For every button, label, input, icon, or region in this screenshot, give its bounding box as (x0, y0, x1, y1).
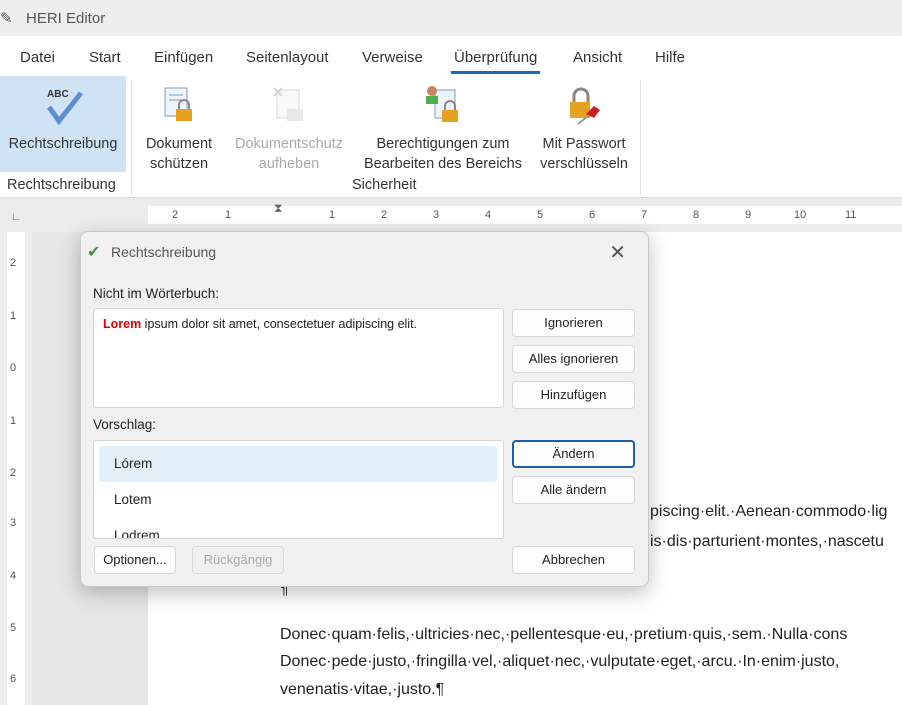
horizontal-ruler[interactable]: ∟ 2 1 ⧗ 1 2 3 4 5 6 7 8 9 10 11 (0, 199, 902, 232)
ruler-number: 3 (433, 209, 440, 221)
lock-key-icon (535, 76, 633, 134)
undo-button[interactable]: Rückgängig (192, 546, 284, 574)
document-lock-icon (136, 76, 222, 134)
ruler-strip (148, 206, 902, 224)
add-to-dictionary-button[interactable]: Hinzufügen (512, 381, 635, 409)
change-button[interactable]: Ändern (512, 440, 635, 468)
change-all-button[interactable]: Alle ändern (512, 476, 635, 504)
unprotect-label-1: Dokumentschutz (235, 136, 343, 152)
not-in-dictionary-label: Nicht im Wörterbuch: (93, 286, 220, 301)
ribbon: ABC Rechtschreibung Rechtschreibung Doku… (0, 76, 902, 198)
tab-start[interactable]: Start (89, 49, 121, 66)
protect-document-button[interactable]: Dokument schützen (136, 76, 222, 174)
abc-check-icon: ABC (0, 76, 126, 134)
suggestion-list[interactable]: Lórem Lotem Lodrem (93, 440, 504, 539)
suggestion-label: Vorschlag: (93, 417, 157, 432)
ruler-number: 11 (845, 209, 857, 221)
tab-datei[interactable]: Datei (20, 49, 55, 66)
indent-marker[interactable]: ⧗ (274, 201, 282, 216)
error-word: Lorem (103, 317, 142, 331)
ruler-number: 7 (641, 209, 648, 221)
tab-ansicht[interactable]: Ansicht (573, 49, 622, 66)
close-icon[interactable]: ✕ (609, 240, 626, 265)
protect-label-1: Dokument (145, 136, 213, 152)
ruler-number: 3 (10, 517, 17, 529)
ruler-number: 1 (225, 209, 232, 221)
document-unlock-icon (229, 76, 349, 134)
ruler-number: 6 (10, 673, 17, 685)
ruler-number: 4 (10, 570, 17, 582)
tab-seitenlayout[interactable]: Seitenlayout (246, 49, 329, 66)
user-lock-icon (358, 76, 528, 134)
ignore-button[interactable]: Ignorieren (512, 309, 635, 337)
suggestion-item[interactable]: Lotem (99, 482, 497, 518)
suggestion-item-selected[interactable]: Lórem (99, 446, 497, 482)
document-line[interactable]: is·dis·parturient·montes,·nascetu (650, 533, 884, 551)
ruler-number: 1 (10, 415, 17, 427)
cancel-button[interactable]: Abbrechen (512, 546, 635, 574)
tab-verweise[interactable]: Verweise (362, 49, 423, 66)
document-line[interactable]: piscing·elit.·Aenean·commodo·lig (650, 503, 887, 521)
menu-bar: Datei Start Einfügen Seitenlayout Verwei… (0, 36, 902, 76)
ruler-number: 2 (10, 467, 17, 479)
edit-permissions-button[interactable]: Berechtigungen zum Bearbeiten des Bereic… (358, 76, 528, 174)
tab-einfuegen[interactable]: Einfügen (154, 49, 213, 66)
permissions-label-1: Berechtigungen zum (376, 136, 510, 152)
vertical-ruler[interactable]: 2 1 0 1 2 3 4 5 6 (0, 232, 32, 705)
not-in-dictionary-text[interactable]: Lorem ipsum dolor sit amet, consectetuer… (93, 308, 504, 408)
dialog-title: Rechtschreibung (111, 244, 217, 260)
editor-icon: ✎ (0, 10, 13, 27)
suggestion-item[interactable]: Lodrem (99, 518, 497, 538)
ruler-number: 1 (329, 209, 336, 221)
group-label-spelling: Rechtschreibung (7, 177, 116, 193)
ruler-number: 10 (794, 209, 807, 221)
tab-hilfe[interactable]: Hilfe (655, 49, 685, 66)
ruler-number: 5 (537, 209, 544, 221)
ruler-number: 2 (172, 209, 179, 221)
ruler-number: 9 (745, 209, 752, 221)
protect-label-2: schützen (149, 156, 209, 172)
svg-text:ABC: ABC (47, 89, 69, 100)
ignore-all-button[interactable]: Alles ignorieren (512, 345, 635, 373)
ruler-number: 6 (589, 209, 596, 221)
group-label-security: Sicherheit (352, 177, 417, 193)
document-line[interactable]: Donec·quam·felis,·ultricies·nec,·pellent… (280, 626, 847, 644)
options-button[interactable]: Optionen... (94, 546, 176, 574)
ruler-number: 1 (10, 310, 17, 322)
document-line[interactable]: Donec·pede·justo,·fringilla·vel,·aliquet… (280, 653, 839, 671)
group-divider (131, 80, 132, 194)
spelling-button[interactable]: ABC Rechtschreibung (0, 76, 126, 172)
spellcheck-icon: ✔ (87, 244, 101, 261)
ruler-number: 0 (10, 362, 17, 374)
spelling-dialog: ✔ Rechtschreibung ✕ Nicht im Wörterbuch:… (80, 231, 649, 587)
document-line[interactable]: venenatis·vitae,·justo.¶ (280, 681, 444, 699)
tab-stop-selector[interactable]: ∟ (11, 211, 22, 223)
sentence-text: ipsum dolor sit amet, consectetuer adipi… (141, 317, 418, 331)
encrypt-label-1: Mit Passwort (542, 136, 626, 152)
ruler-number: 2 (381, 209, 388, 221)
encrypt-password-button[interactable]: Mit Passwort verschlüsseln (535, 76, 633, 174)
ruler-number: 4 (485, 209, 492, 221)
tab-ueberpruefung[interactable]: Überprüfung (450, 49, 541, 74)
title-bar: ✎ HERI Editor (0, 0, 902, 36)
spelling-label: Rechtschreibung (8, 136, 118, 152)
permissions-label-2: Bearbeiten des Bereichs (364, 156, 522, 172)
ruler-number: 8 (693, 209, 700, 221)
unprotect-document-button[interactable]: Dokumentschutz aufheben (229, 76, 349, 174)
ruler-number: 2 (10, 257, 17, 269)
unprotect-label-2: aufheben (258, 156, 320, 172)
ruler-number: 5 (10, 622, 17, 634)
encrypt-label-2: verschlüsseln (540, 156, 628, 172)
app-title: HERI Editor (26, 9, 106, 27)
group-divider (640, 80, 641, 194)
